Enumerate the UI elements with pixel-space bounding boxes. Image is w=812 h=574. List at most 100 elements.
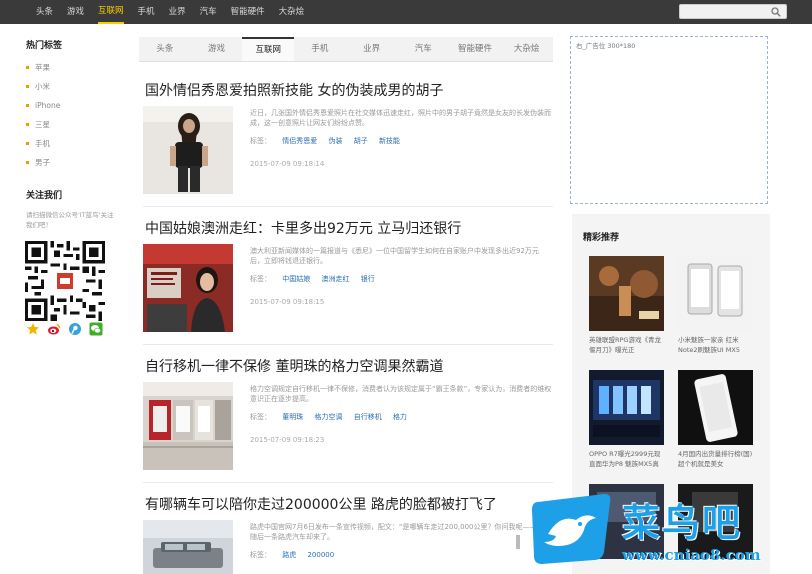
search-icon[interactable] — [771, 7, 781, 17]
hot-tag-label: 苹果 — [35, 63, 50, 72]
follow-us-description: 请扫描微信公众号'IT蓝鸟'关注我们吧！ — [26, 211, 114, 229]
recommend-item[interactable]: 小米魅族一家亲 红米Note2刷魅族UI MX5 — [678, 256, 753, 355]
top-nav-item[interactable]: 业界 — [169, 0, 186, 24]
tab-auto[interactable]: 汽车 — [397, 37, 449, 61]
recommend-item[interactable]: 4月国内出货量排行榜(国)超个机就是美女 — [678, 370, 753, 469]
tab-internet-active[interactable]: 互联网 — [242, 37, 295, 61]
article-time: 2015-07-09 09:18:15 — [250, 298, 325, 306]
watermark-url: www.cniao8.com — [622, 546, 761, 564]
top-nav-item-active[interactable]: 互联网 — [98, 0, 124, 24]
article-tag[interactable]: 格力空调 — [314, 413, 342, 421]
tags-label: 标签： — [250, 275, 271, 283]
hot-tag-label: 手机 — [35, 139, 50, 148]
article-tags: 标签： 董明珠 格力空调 自行移机 格力 — [250, 412, 407, 422]
article-tag[interactable]: 新技能 — [379, 137, 400, 145]
article-time: 2015-07-09 09:18:23 — [250, 436, 325, 444]
search-input[interactable] — [679, 4, 787, 19]
bullet-icon — [26, 142, 29, 145]
article-thumbnail[interactable] — [143, 520, 233, 574]
article-tag[interactable]: 伪装 — [328, 137, 342, 145]
wechat-icon[interactable] — [89, 322, 103, 336]
article-tag[interactable]: 路虎 — [282, 551, 296, 559]
recommend-caption: 4月国内出货量排行榜(国)超个机就是美女 — [678, 450, 753, 468]
article-title[interactable]: 自行移机一律不保修 董明珠的格力空调果然霸道 — [145, 356, 443, 376]
hot-tag[interactable]: 手机 — [26, 134, 60, 153]
tab-mobile[interactable]: 手机 — [294, 37, 346, 61]
tab-smart-hardware[interactable]: 智能硬件 — [449, 37, 501, 61]
oppo-phone-image — [589, 370, 664, 445]
tab-headlines[interactable]: 头条 — [139, 37, 191, 61]
watermark-text: 菜鸟吧 — [622, 500, 743, 545]
top-nav-item[interactable]: 手机 — [138, 0, 155, 24]
follow-us-title: 关注我们 — [26, 191, 63, 201]
qr-code-icon — [25, 241, 105, 321]
tab-misc[interactable]: 大杂烩 — [501, 37, 553, 61]
qzone-star-icon[interactable] — [26, 322, 40, 336]
top-nav-item[interactable]: 智能硬件 — [231, 0, 265, 24]
hot-tag[interactable]: iPhone — [26, 96, 60, 115]
tencent-weibo-icon[interactable] — [68, 322, 82, 336]
article-tag[interactable]: 200000 — [307, 551, 334, 559]
tab-games[interactable]: 游戏 — [191, 37, 243, 61]
recommend-caption: 小米魅族一家亲 红米Note2刷魅族UI MX5 — [678, 336, 740, 354]
recommend-item[interactable]: 英雄联盟RPG游戏《青龙偃月刀》曝光正 — [589, 256, 664, 355]
top-nav-item[interactable]: 游戏 — [67, 0, 84, 24]
article-thumbnail[interactable] — [143, 106, 233, 194]
divider — [143, 482, 553, 483]
tags-label: 标签： — [250, 137, 271, 145]
article-tag[interactable]: 胡子 — [354, 137, 368, 145]
land-rover-car-image — [143, 520, 233, 574]
ad-placeholder: 右_广告位 300*180 — [570, 36, 768, 204]
article-item: 自行移机一律不保修 董明珠的格力空调果然霸道 格力空调规定自行移机一律不保修，消… — [143, 356, 553, 476]
article-item: 有哪辆车可以陪你走过200000公里 路虎的脸都被打飞了 路虎中国官网7月6日发… — [143, 494, 553, 574]
game-poster-image — [589, 256, 664, 331]
woman-at-atm-image — [143, 244, 233, 332]
article-tags: 标签： 情侣秀恩爱 伪装 胡子 新技能 — [250, 136, 400, 146]
hot-tag[interactable]: 男子 — [26, 153, 60, 172]
hot-tag-label: 小米 — [35, 82, 50, 91]
article-tag[interactable]: 情侣秀恩爱 — [282, 137, 317, 145]
article-tag[interactable]: 董明珠 — [282, 413, 303, 421]
article-summary: 格力空调规定自行移机一律不保修，消费者认为该规定属于“霸王条款”，专家认为，消费… — [250, 385, 552, 403]
hot-tag[interactable]: 三星 — [26, 115, 60, 134]
top-nav: 头条 游戏 互联网 手机 业界 汽车 智能硬件 大杂烩 — [36, 0, 318, 24]
article-tag[interactable]: 格力 — [393, 413, 407, 421]
article-tag[interactable]: 自行移机 — [354, 413, 382, 421]
article-item: 国外情侣秀恩爱拍照新技能 女的伪装成男的胡子 近日，几张国外情侣秀恩爱照片在社交… — [143, 80, 553, 200]
top-nav-item[interactable]: 大杂烩 — [279, 0, 305, 24]
hot-tag-label: 三星 — [35, 120, 50, 129]
article-tag[interactable]: 中国姑娘 — [282, 275, 310, 283]
article-thumbnail[interactable] — [143, 244, 233, 332]
tags-label: 标签： — [250, 551, 271, 559]
hot-tag[interactable]: 苹果 — [26, 58, 60, 77]
article-title[interactable]: 有哪辆车可以陪你走过200000公里 路虎的脸都被打飞了 — [145, 494, 497, 514]
phones-image — [678, 256, 753, 331]
category-tabs: 头条 游戏 互联网 手机 业界 汽车 智能硬件 大杂烩 — [139, 37, 553, 62]
article-tags: 标签： 路虎 200000 — [250, 550, 334, 560]
bullet-icon — [26, 104, 29, 107]
article-title[interactable]: 国外情侣秀恩爱拍照新技能 女的伪装成男的胡子 — [145, 80, 443, 100]
recommend-caption: 英雄联盟RPG游戏《青龙偃月刀》曝光正 — [589, 336, 661, 354]
article-thumbnail[interactable] — [143, 382, 233, 470]
bullet-icon — [26, 123, 29, 126]
social-links — [26, 322, 110, 336]
article-tag[interactable]: 银行 — [361, 275, 375, 283]
hot-tag-label: 男子 — [35, 158, 50, 167]
article-summary: 近日，几张国外情侣秀恩爱照片在社交媒体迅速走红，照片中的男子胡子竟然是女友的长发… — [250, 109, 551, 127]
article-tag[interactable]: 澳洲走红 — [321, 275, 349, 283]
recommend-title: 精彩推荐 — [583, 233, 620, 243]
top-nav-item[interactable]: 汽车 — [200, 0, 217, 24]
article-title[interactable]: 中国姑娘澳洲走红：卡里多出92万元 立马归还银行 — [145, 218, 461, 238]
top-nav-item[interactable]: 头条 — [36, 0, 53, 24]
hot-tags-list: 苹果 小米 iPhone 三星 手机 男子 — [26, 58, 60, 172]
divider — [143, 206, 553, 207]
tab-industry[interactable]: 业界 — [346, 37, 398, 61]
hot-tag[interactable]: 小米 — [26, 77, 60, 96]
scroll-indicator[interactable] — [516, 535, 520, 549]
hot-tags-title: 热门标签 — [26, 41, 63, 51]
divider — [143, 344, 553, 345]
top-navbar: 头条 游戏 互联网 手机 业界 汽车 智能硬件 大杂烩 — [0, 0, 812, 24]
weibo-icon[interactable] — [47, 322, 61, 336]
bullet-icon — [26, 66, 29, 69]
recommend-item[interactable]: OPPO R7曝光2999元现直面华为P8 魅族MX5真机 — [589, 370, 664, 469]
